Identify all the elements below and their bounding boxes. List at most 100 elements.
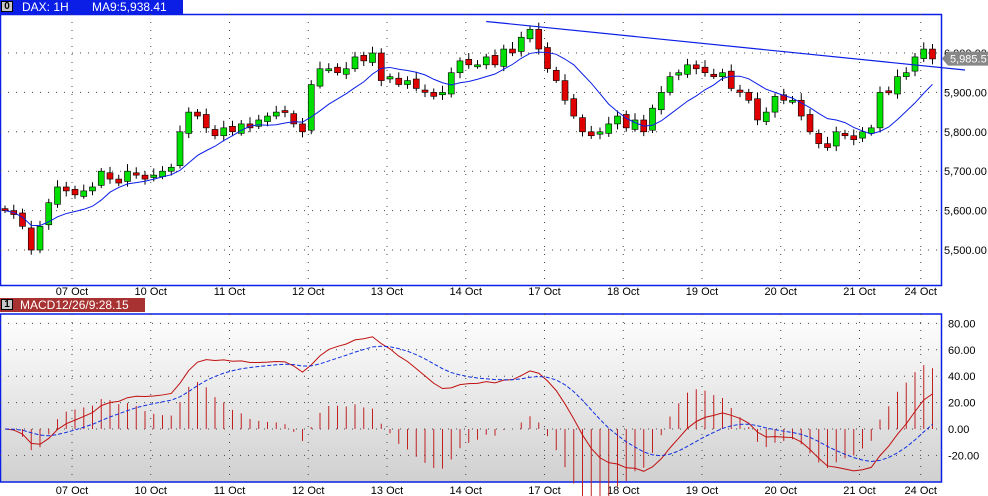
candle: [745, 92, 753, 101]
y-tick-label: 5,500.00: [944, 245, 987, 257]
candle: [54, 186, 61, 205]
candle: [185, 111, 193, 134]
candle: [719, 72, 726, 77]
candle: [666, 76, 674, 93]
candle: [754, 98, 761, 121]
candle: [561, 80, 569, 101]
candle: [106, 172, 114, 180]
panel-index-icon[interactable]: 1: [1, 299, 13, 310]
candle: [526, 29, 534, 40]
candle: [850, 135, 858, 140]
x-tick-label: 18 Oct: [607, 286, 639, 297]
plot-area: [0, 13, 943, 287]
candle: [491, 55, 499, 66]
candle: [762, 111, 770, 122]
candle: [97, 170, 105, 186]
x-tick-label: 07 Oct: [56, 286, 88, 297]
candle: [307, 84, 315, 131]
candle: [841, 133, 849, 137]
x-tick-label: 20 Oct: [765, 286, 797, 297]
x-tick-label: 19 Oct: [686, 286, 718, 297]
candle: [552, 70, 560, 81]
candle: [360, 55, 368, 62]
candle: [89, 186, 96, 192]
candle: [439, 92, 446, 96]
y-tick-label: 0.00: [948, 424, 969, 436]
x-tick-label: 10 Oct: [135, 286, 167, 297]
y-tick-label: 40.00: [948, 371, 976, 383]
x-tick-label: 12 Oct: [292, 485, 324, 496]
candle: [832, 131, 840, 147]
candle: [657, 92, 665, 111]
candle: [614, 115, 621, 125]
x-tick-label: 13 Oct: [371, 485, 403, 496]
candle: [692, 64, 700, 70]
candle: [876, 92, 884, 129]
candle: [316, 68, 324, 87]
candle: [465, 59, 473, 66]
candle: [727, 70, 735, 89]
candle: [867, 127, 875, 134]
x-tick-label: 13 Oct: [371, 286, 403, 297]
candle: [570, 98, 578, 117]
candle: [281, 110, 289, 113]
candle: [482, 56, 490, 66]
y-tick-label: 5,600.00: [944, 206, 987, 218]
candle: [167, 166, 175, 172]
candle: [342, 68, 350, 75]
y-tick-label: 5,900.00: [944, 87, 987, 99]
candle: [911, 56, 919, 72]
x-tick-label: 14 Oct: [450, 286, 482, 297]
candle: [36, 226, 44, 251]
candle: [176, 131, 184, 166]
macd-plot-area: [0, 313, 943, 483]
candle: [509, 48, 516, 54]
candle: [736, 89, 744, 93]
candle: [587, 131, 595, 137]
candle: [386, 76, 394, 80]
candle: [412, 78, 420, 89]
candle: [535, 29, 543, 50]
macd-header: 1 MACD12/26/9:28.15: [0, 298, 942, 312]
candle: [500, 48, 508, 67]
candle: [421, 89, 429, 93]
x-tick-label: 21 Oct: [843, 286, 875, 297]
candle: [710, 73, 718, 77]
candle: [517, 36, 525, 52]
x-tick-label: 11 Oct: [214, 286, 246, 297]
candle: [684, 64, 691, 75]
candle: [474, 64, 481, 68]
candle: [920, 48, 928, 59]
candle: [404, 80, 411, 85]
candle: [789, 99, 796, 103]
candle: [701, 66, 709, 73]
candle: [675, 72, 683, 76]
macd-chart[interactable]: -20.00 0.00 20.00 40.00 60.00 80.00 07 Oct 10 O…: [0, 312, 988, 496]
y-tick-label: -20.00: [948, 450, 979, 462]
price-chart[interactable]: 5,500.00 5,600.00 5,700.00 5,800.00 5,900.00…: [0, 0, 988, 297]
candle: [264, 115, 271, 122]
macd-label: MACD12/26/9:28.15: [20, 298, 129, 312]
x-tick-label: 11 Oct: [214, 485, 246, 496]
candle: [649, 107, 656, 131]
candle: [596, 131, 604, 135]
candle: [605, 123, 613, 134]
candle: [902, 72, 910, 77]
candle: [377, 52, 385, 81]
candle: [771, 96, 779, 113]
candle: [115, 178, 123, 184]
candle: [447, 72, 455, 95]
candle: [544, 47, 551, 70]
candle: [202, 114, 210, 129]
candle: [885, 90, 893, 94]
x-tick-label: 21 Oct: [843, 485, 875, 496]
candle: [430, 92, 438, 97]
candle: [80, 190, 88, 197]
y-tick-label: 80.00: [948, 318, 976, 330]
last-price-label: 5,985.57: [950, 54, 988, 66]
candle: [824, 143, 831, 148]
candle: [815, 133, 823, 144]
y-tick-label: 5,800.00: [944, 127, 987, 139]
candle: [1, 208, 9, 211]
candle: [351, 56, 359, 70]
